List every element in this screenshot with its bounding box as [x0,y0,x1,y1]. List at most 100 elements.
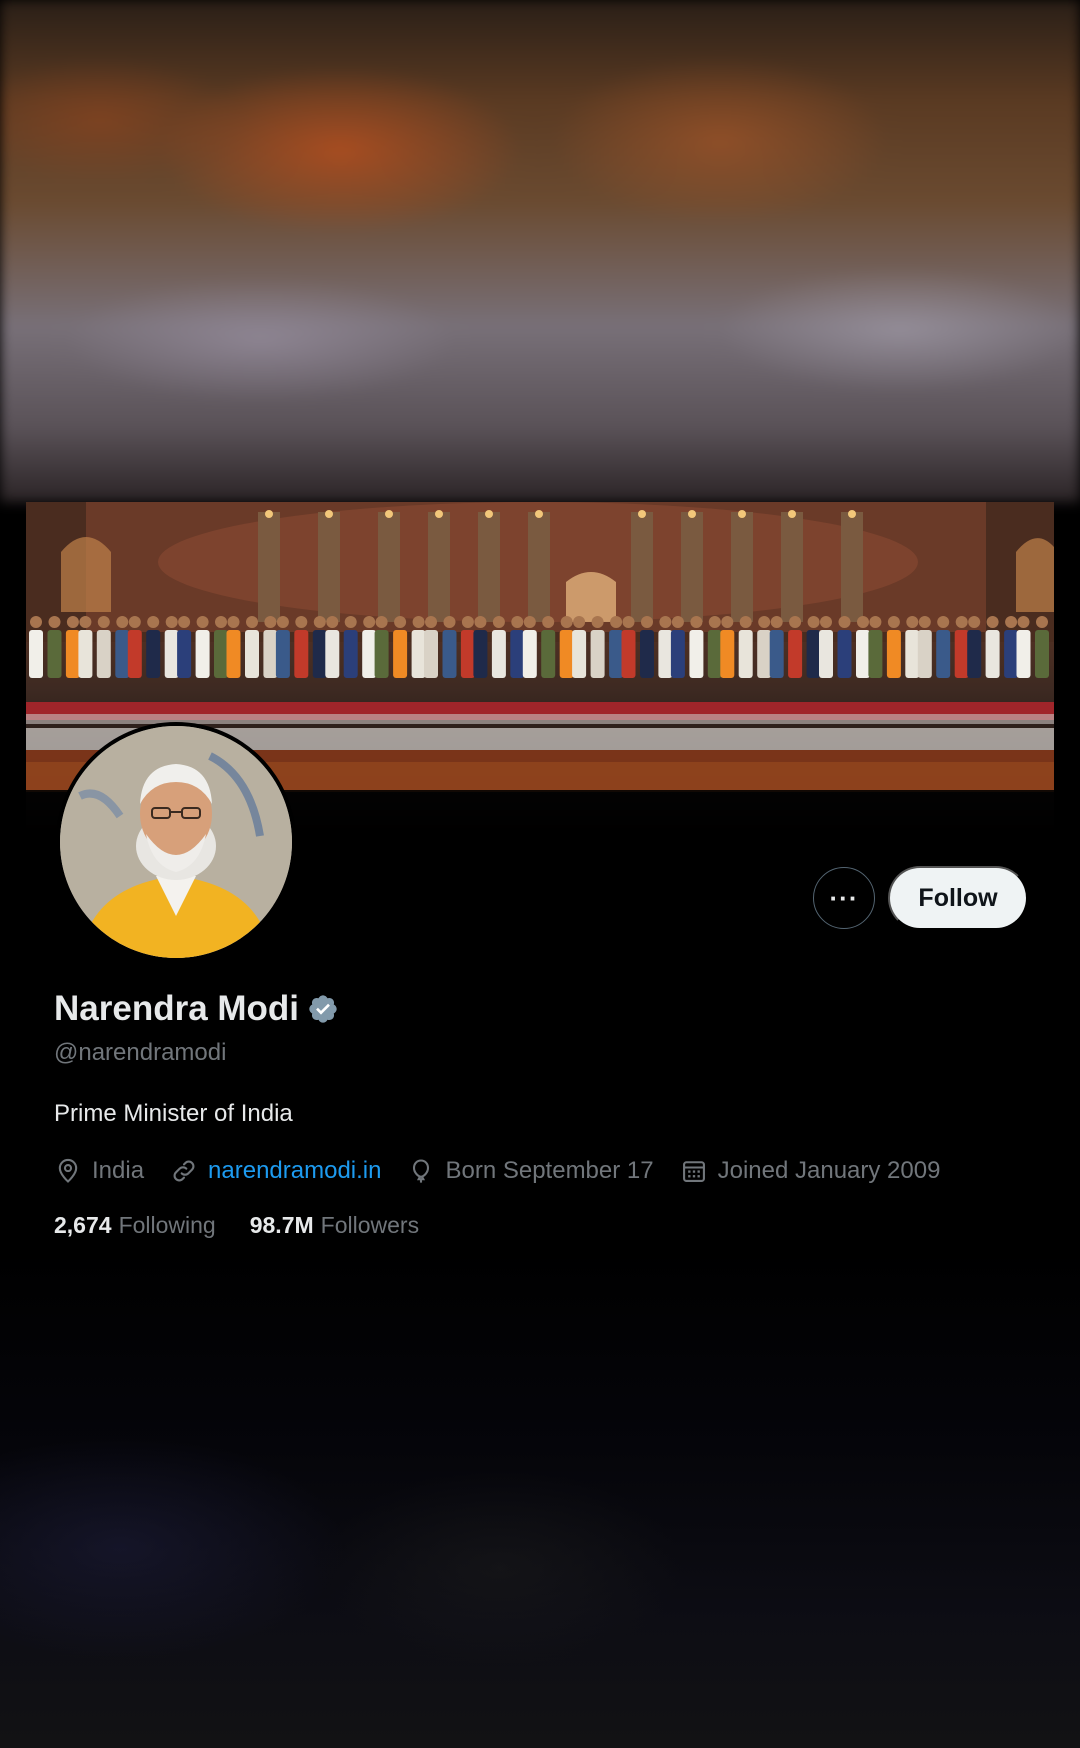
crowd-figure-head [807,616,820,628]
crowd-figure-head [511,616,524,628]
crowd-figure-head [869,616,882,628]
balloon-icon [413,1159,430,1183]
crowd-figure-body [491,630,506,678]
crowd-figure-head [622,616,635,628]
profile-bio: Prime Minister of India [54,1100,293,1127]
crowd-figure-body [856,630,870,678]
crowd-figure-head [857,616,869,628]
crowd-figure-body [473,630,488,678]
crowd-figure-body [788,630,803,678]
crowd-figure-head [523,616,536,628]
crowd-figure-head [573,616,586,628]
crowd-figure-head [66,616,79,628]
following-label: Following [118,1211,216,1238]
follow-button[interactable]: Follow [888,866,1028,930]
crowd-figure-body [1016,630,1031,678]
crowd-figure-body [541,630,556,678]
crowd-figure-head [246,616,258,628]
crowd-figure-body [424,630,438,678]
crowd-figure-body [393,630,408,678]
website-link[interactable]: narendramodi.in [208,1157,381,1185]
crowd-figure-head [641,616,653,628]
crowd-figure-head [671,616,684,628]
crowd-figure-head [48,616,61,628]
crowd-figure-body [621,630,636,678]
crowd-figure-body [263,630,278,678]
website-item[interactable]: narendramodi.in [170,1157,381,1185]
crowd-figure-body [374,630,389,678]
crowd-figure-body [689,630,704,678]
crowd-figure-body [312,630,327,678]
crowd-figure-body [905,630,920,678]
crowd-figure-head [264,616,277,628]
crowd-figure-head [344,616,357,628]
crowd-figure-head [492,616,505,628]
verified-badge-icon[interactable] [307,993,339,1025]
crowd-figure-body [757,630,772,678]
profile-meta-row: India narendramodi.in Born September 17 [54,1154,966,1188]
crowd-figure-body [115,630,130,678]
display-name: Narendra Modi [54,989,300,1028]
crowd-figure-head [425,616,437,628]
profile-avatar[interactable] [56,722,296,962]
blurred-backdrop-top [0,0,1080,502]
crowd-figure-body [362,630,377,678]
crowd-figure-head [147,616,160,628]
crowd-figure-head [178,616,191,628]
crowd-figure-body [460,630,475,678]
crowd-figure-body [720,630,735,678]
crowd-figure-body [954,630,969,678]
crowd-figure-head [474,616,487,628]
location-item: India [54,1157,144,1185]
following-count: 2,674 [54,1211,112,1238]
following-stat[interactable]: 2,674 Following [54,1212,216,1239]
crowd-figure-body [78,630,93,678]
crowd-figure-head [838,616,851,628]
crowd-figure-head [955,616,968,628]
crowd-figure-head [79,616,92,628]
crowd-figure-head [591,616,604,628]
crowd-figure-head [443,616,456,628]
crowd-figure-body [1004,630,1019,678]
location-text: India [92,1157,145,1184]
crowd-figure-body [590,630,605,678]
user-handle: @narendramodi [54,1039,227,1066]
crowd-figure-body [837,630,852,678]
followers-stat[interactable]: 98.7M Followers [250,1212,419,1239]
crowd-figure-body [559,630,574,678]
crowd-figure-head [116,616,129,628]
calendar-icon [682,1161,705,1182]
crowd-figure-body [572,630,587,678]
crowd-figure-head [1017,616,1030,628]
crowd-figure-head [215,616,227,628]
crowd-figure-head [165,616,178,628]
crowd-figure-body [1035,630,1049,678]
display-name-row: Narendra Modi [54,989,339,1029]
crowd-figure-head [610,616,623,628]
crowd-figure-body [65,630,80,678]
crowd-figure-body [658,630,673,678]
crowd-figure-head [97,616,110,628]
profile-stats-row: 2,674 Following 98.7M Followers [54,1208,453,1242]
crowd-figure-head [1005,616,1018,628]
crowd-figure-body [294,630,309,678]
crowd-figure-body [522,630,537,678]
crowd-figure-body [96,630,111,678]
crowd-figure-head [560,616,573,628]
crowd-figure-body [738,630,753,678]
more-options-button[interactable]: ··· [813,867,875,929]
crowd-figure-body [707,630,722,678]
crowd-figure-body [769,630,784,678]
crowd-figure-head [918,616,931,628]
crowd-figure-body [936,630,951,678]
crowd-figure-head [394,616,407,628]
crowd-figure-head [227,616,240,628]
crowd-figure-body [609,630,624,678]
crowd-figure-body [819,630,833,678]
crowd-figure-head [758,616,771,628]
crowd-figure-body [442,630,457,678]
crowd-figure-body [806,630,821,678]
crowd-figure-body [985,630,1000,678]
location-pin-icon [58,1158,78,1183]
birthday-text: Born September 17 [445,1157,654,1184]
